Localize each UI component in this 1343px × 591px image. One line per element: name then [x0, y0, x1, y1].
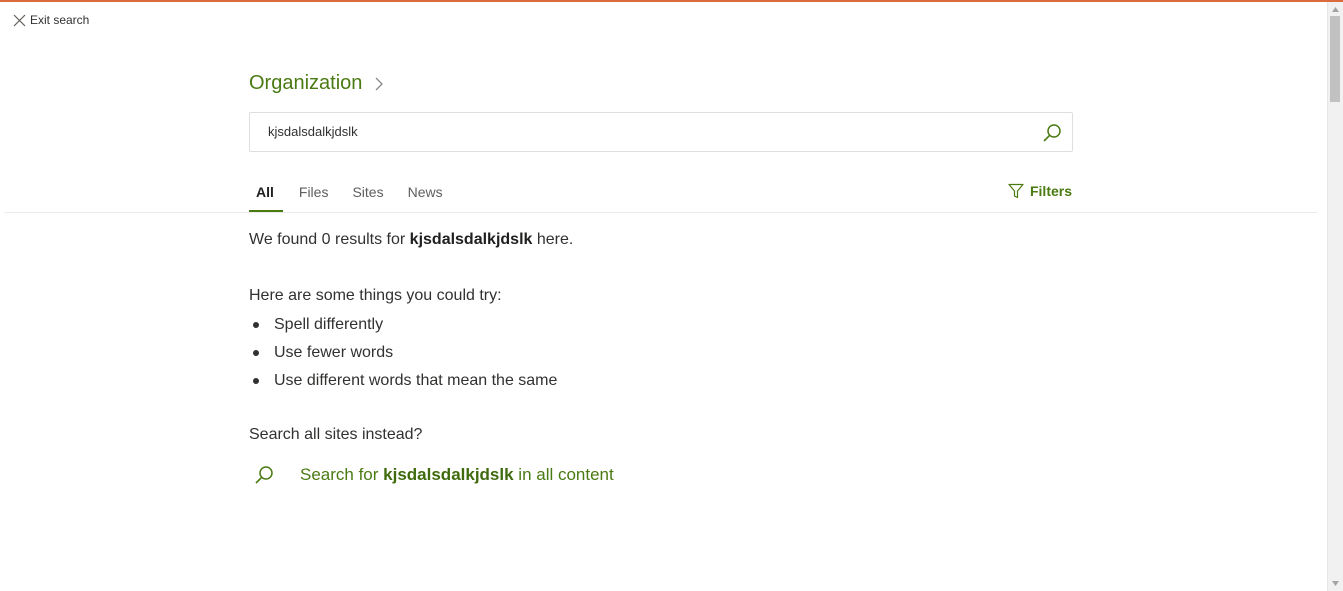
results-prefix: We found 0 results for: [249, 231, 410, 248]
search-icon[interactable]: [1042, 123, 1062, 143]
tip-text: Use fewer words: [274, 344, 394, 361]
results-suffix: here.: [532, 231, 574, 248]
tab-news[interactable]: News: [400, 184, 451, 212]
tabs-divider: [4, 212, 1317, 213]
filter-icon: [1008, 183, 1024, 199]
link-query: kjsdalsdalkjdslk: [383, 465, 514, 484]
results-query: kjsdalsdalkjdslk: [409, 231, 533, 248]
scroll-down-icon[interactable]: [1331, 579, 1340, 588]
bullet-icon: [253, 378, 259, 384]
bullet-icon: [253, 322, 259, 328]
tip-text: Use different words that mean the same: [274, 372, 558, 389]
link-prefix: Search for: [300, 465, 384, 484]
exit-search-button[interactable]: Exit search: [13, 13, 89, 27]
list-item: Use fewer words: [249, 342, 557, 370]
top-accent-bar: [0, 0, 1343, 2]
results-summary: We found 0 results for kjsdalsdalkjdslk …: [249, 231, 573, 249]
tab-all[interactable]: All: [249, 184, 283, 212]
search-all-content-text: Search for kjsdalsdalkjdslk in all conte…: [300, 465, 614, 485]
tips-heading: Here are some things you could try:: [249, 287, 502, 304]
tab-sites[interactable]: Sites: [344, 184, 391, 212]
breadcrumb-title[interactable]: Organization: [249, 72, 362, 95]
close-icon: [13, 14, 26, 26]
list-item: Use different words that mean the same: [249, 370, 557, 398]
tip-text: Spell differently: [274, 316, 384, 333]
tips-list: Spell differently Use fewer words Use di…: [249, 314, 557, 398]
scrollbar-thumb[interactable]: [1330, 16, 1340, 102]
list-item: Spell differently: [249, 314, 557, 342]
alternate-heading: Search all sites instead?: [249, 426, 423, 443]
link-suffix: in all content: [513, 465, 614, 484]
search-icon: [255, 466, 273, 484]
search-tabs: All Files Sites News: [249, 184, 451, 212]
search-input[interactable]: kjsdalsdalkjdslk: [249, 112, 1073, 152]
filters-label: Filters: [1029, 183, 1072, 199]
breadcrumb: Organization: [249, 72, 384, 95]
scroll-up-icon[interactable]: [1331, 5, 1340, 14]
exit-search-label: Exit search: [30, 13, 90, 27]
tab-files[interactable]: Files: [291, 184, 337, 212]
search-input-value[interactable]: kjsdalsdalkjdslk: [268, 124, 358, 139]
chevron-right-icon[interactable]: [374, 77, 384, 91]
filters-button[interactable]: Filters: [1008, 183, 1072, 199]
scrollbar[interactable]: [1327, 2, 1343, 591]
bullet-icon: [253, 350, 259, 356]
search-all-content-link[interactable]: Search for kjsdalsdalkjdslk in all conte…: [254, 465, 614, 485]
